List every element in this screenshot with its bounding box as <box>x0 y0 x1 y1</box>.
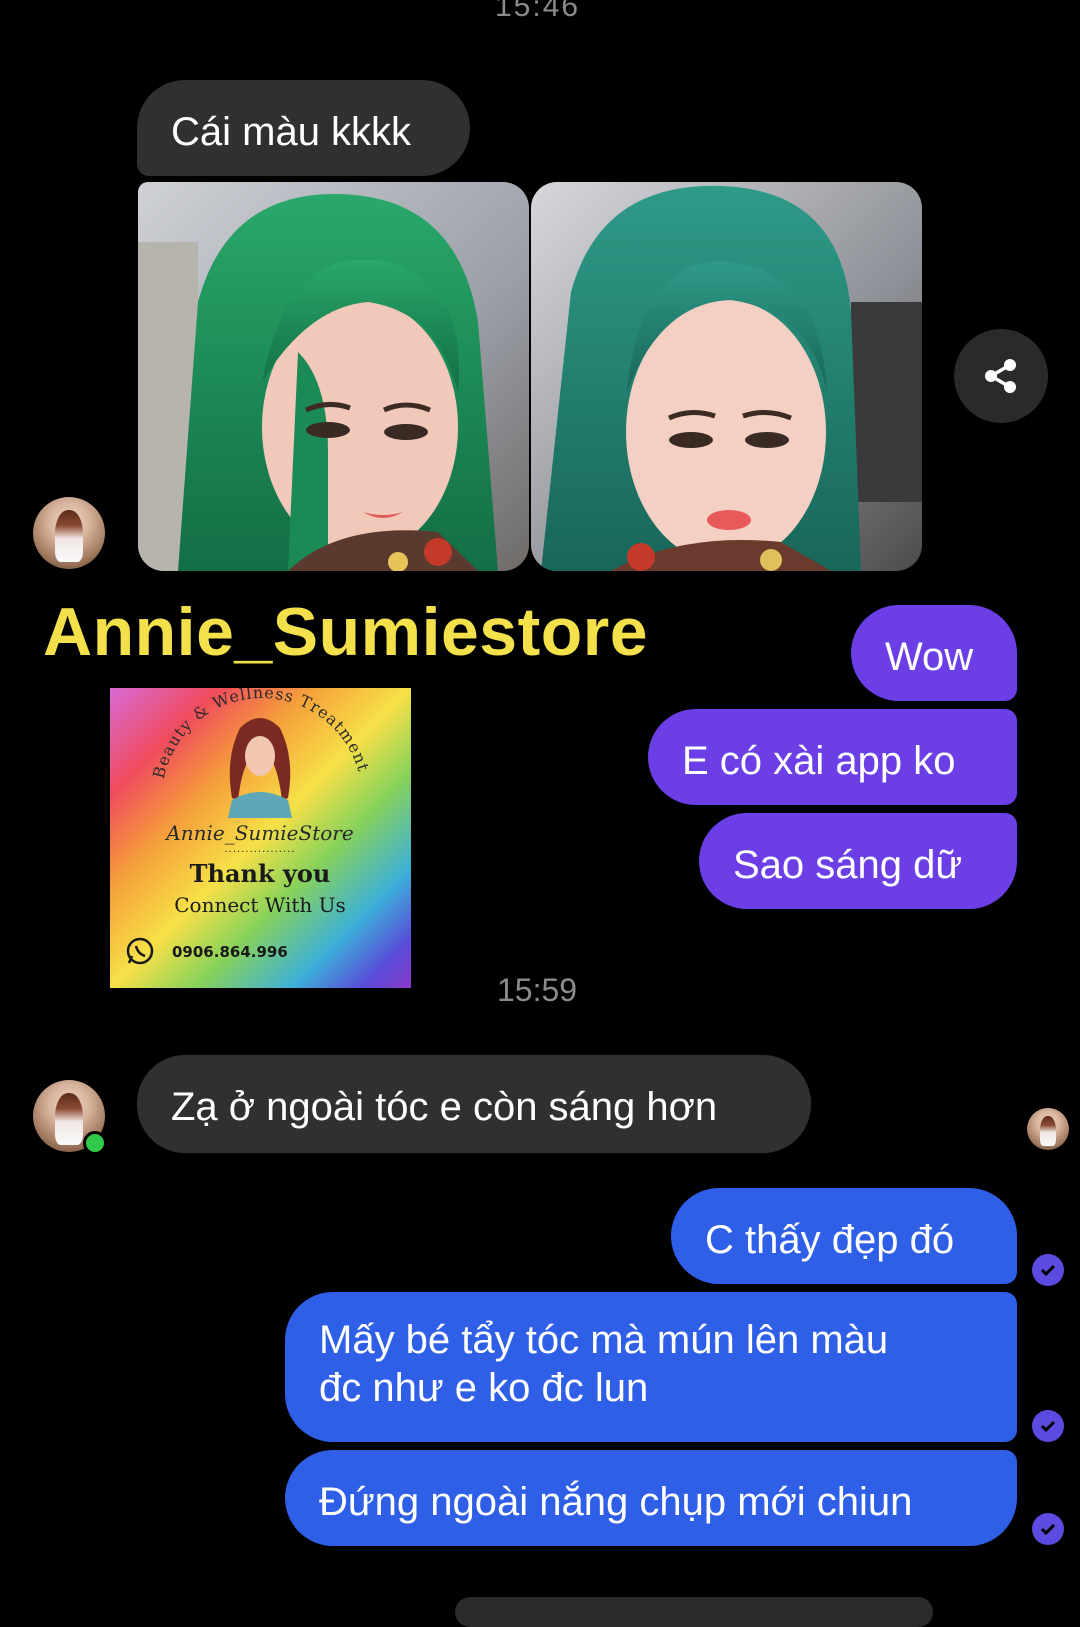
online-status-indicator <box>83 1131 107 1155</box>
check-circle-icon <box>1032 1254 1064 1286</box>
message-outgoing-1[interactable]: Wow <box>851 605 1017 701</box>
message-text: Zạ ở ngoài tóc e còn sáng hơn <box>171 1085 718 1129</box>
whatsapp-icon <box>126 937 154 965</box>
photo-1-image <box>138 182 529 571</box>
sender-avatar[interactable] <box>33 497 105 569</box>
message-text: Đứng ngoài nắng chụp mới chiun <box>319 1480 913 1524</box>
photo-2-image <box>531 182 922 571</box>
photo-attachment-2[interactable] <box>531 182 922 571</box>
message-text: E có xài app ko <box>682 739 956 783</box>
store-logo-card: Beauty & Wellness Treatment Annie_SumieS… <box>110 688 411 988</box>
check-circle-icon <box>1032 1410 1064 1442</box>
check-circle-icon <box>1032 1513 1064 1545</box>
message-outgoing-3[interactable]: Sao sáng dữ <box>699 813 1017 909</box>
message-outgoing-6[interactable]: Đứng ngoài nắng chụp mới chiun <box>285 1450 1017 1546</box>
message-text-line-2: đc như e ko đc lun <box>319 1366 649 1410</box>
card-phone: 0906.864.996 <box>172 943 288 961</box>
card-connect: Connect With Us <box>174 893 346 917</box>
message-text: Cái màu kkkk <box>171 110 412 154</box>
photo-attachment-1[interactable] <box>138 182 529 571</box>
message-outgoing-2[interactable]: E có xài app ko <box>648 709 1017 805</box>
seen-avatar <box>1027 1108 1069 1150</box>
share-button[interactable] <box>954 329 1048 423</box>
message-incoming-2[interactable]: Zạ ở ngoài tóc e còn sáng hơn <box>137 1055 811 1153</box>
card-script-name: Annie_SumieStore <box>164 821 353 845</box>
bottom-partial-bubble <box>455 1597 933 1627</box>
message-outgoing-4[interactable]: C thấy đẹp đó <box>671 1188 1017 1284</box>
timestamp: 15:59 <box>497 972 578 1008</box>
share-icon <box>985 359 1016 393</box>
message-outgoing-5[interactable]: Mấy bé tẩy tóc mà mún lên màu đc như e k… <box>285 1292 1017 1442</box>
message-text: C thấy đẹp đó <box>705 1218 955 1262</box>
message-text: Wow <box>885 635 974 679</box>
timestamp-top: 15:46 <box>495 0 581 23</box>
message-incoming-1[interactable]: Cái màu kkkk <box>137 80 470 176</box>
store-name-watermark: Annie_Sumiestore <box>43 594 649 670</box>
message-text-line-1: Mấy bé tẩy tóc mà mún lên màu <box>319 1318 889 1362</box>
card-thank-you: Thank you <box>190 859 331 888</box>
svg-text:.................: ................. <box>224 844 295 855</box>
message-text: Sao sáng dữ <box>733 843 963 887</box>
